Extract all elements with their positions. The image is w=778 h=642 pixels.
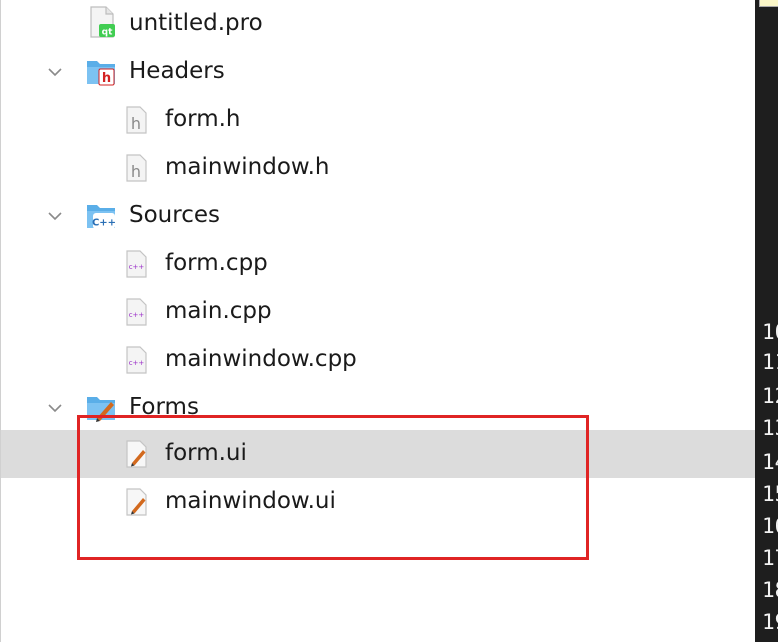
svg-text:qt: qt: [102, 28, 113, 38]
cpp-file-icon: c++: [123, 249, 153, 279]
tree-item-mainwindow-cpp[interactable]: c++ mainwindow.cpp: [1, 336, 756, 384]
ui-form-file-icon: [123, 487, 153, 517]
file-label: mainwindow.ui: [165, 488, 336, 514]
line-number: 16: [762, 514, 778, 538]
svg-text:h: h: [102, 71, 111, 86]
svg-text:h: h: [131, 114, 141, 133]
chevron-down-icon[interactable]: [47, 400, 63, 416]
project-file-label: untitled.pro: [129, 10, 263, 36]
svg-text:c++: c++: [129, 263, 145, 271]
file-label: form.cpp: [165, 250, 268, 276]
line-number: 17: [762, 546, 778, 570]
header-file-icon: h: [123, 105, 153, 135]
tree-item-mainwindow-h[interactable]: h mainwindow.h: [1, 144, 756, 192]
tree-item-main-cpp[interactable]: c++ main.cpp: [1, 288, 756, 336]
folder-label-headers: Headers: [129, 58, 225, 84]
line-number: 13: [762, 416, 778, 440]
forms-folder-icon: [85, 393, 115, 423]
ui-form-file-icon: [123, 439, 153, 469]
file-label: mainwindow.cpp: [165, 346, 357, 372]
folder-label-forms: Forms: [129, 394, 199, 420]
svg-text:h: h: [131, 162, 141, 181]
tree-folder-headers[interactable]: h Headers: [1, 48, 756, 96]
line-number: 19: [762, 610, 778, 634]
line-number: 18: [762, 578, 778, 602]
cpp-file-icon: c++: [123, 297, 153, 327]
qt-project-file-icon: qt: [87, 6, 117, 38]
source-folder-icon: C++: [85, 201, 116, 231]
file-label: form.h: [165, 106, 241, 132]
svg-text:c++: c++: [129, 359, 145, 367]
file-label: form.ui: [165, 440, 247, 466]
line-number: 14: [762, 450, 778, 474]
svg-text:C++: C++: [92, 218, 116, 229]
chevron-down-icon[interactable]: [47, 208, 63, 224]
tree-item-mainwindow-ui[interactable]: mainwindow.ui: [1, 478, 756, 526]
tree-item-project-file[interactable]: qt untitled.pro: [1, 0, 756, 48]
svg-text:c++: c++: [129, 311, 145, 319]
code-editor-gutter: 10 11 12 13 14 15 16 17 18 19: [755, 0, 778, 642]
line-number: 15: [762, 482, 778, 506]
tree-item-form-ui[interactable]: form.ui: [1, 430, 756, 478]
file-label: main.cpp: [165, 298, 272, 324]
tree-folder-sources[interactable]: C++ Sources: [1, 192, 756, 240]
tree-item-form-cpp[interactable]: c++ form.cpp: [1, 240, 756, 288]
line-number: 12: [762, 384, 778, 408]
tree-item-form-h[interactable]: h form.h: [1, 96, 756, 144]
file-label: mainwindow.h: [165, 154, 330, 180]
cpp-file-icon: c++: [123, 345, 153, 375]
line-number: 11: [762, 350, 778, 374]
folder-label-sources: Sources: [129, 202, 220, 228]
tree-folder-forms[interactable]: Forms: [1, 384, 756, 432]
editor-tab-edge: [759, 0, 778, 7]
line-number: 10: [762, 320, 778, 344]
chevron-down-icon[interactable]: [47, 64, 63, 80]
project-tree: qt untitled.pro h Headers h form.h h mai…: [0, 0, 756, 642]
header-folder-icon: h: [85, 57, 115, 87]
header-file-icon: h: [123, 153, 153, 183]
